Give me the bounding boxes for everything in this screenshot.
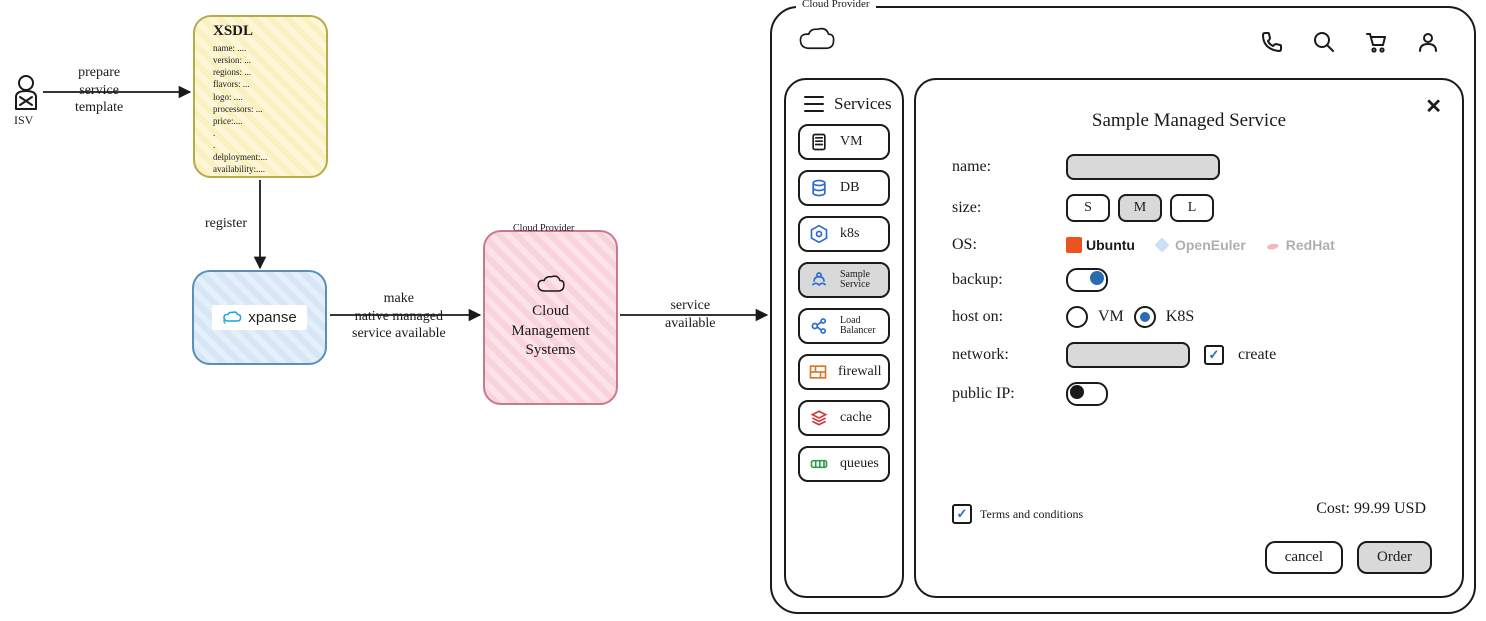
network-input[interactable] — [1066, 342, 1190, 368]
cms-title: Cloud Management Systems — [511, 302, 589, 361]
sidebar-item-label: VM — [840, 134, 863, 150]
sidebar: Services VM DB k8s Sample Service Load B… — [784, 78, 904, 598]
cost-display: Cost: 99.99 USD — [1316, 500, 1426, 518]
xpanse-logo: xpanse — [212, 305, 306, 330]
cache-icon — [808, 407, 830, 429]
cancel-button[interactable]: cancel — [1265, 541, 1343, 574]
backup-toggle[interactable] — [1066, 268, 1108, 292]
field-host-label: host on: — [952, 308, 1052, 326]
sidebar-item-label: Load Balancer — [840, 316, 876, 337]
lb-icon — [808, 315, 830, 337]
size-option-S[interactable]: S — [1066, 194, 1110, 222]
close-icon[interactable]: ✕ — [1425, 94, 1442, 119]
xpanse-name: xpanse — [248, 309, 296, 326]
sidebar-item-lb[interactable]: Load Balancer — [798, 308, 890, 344]
pubip-toggle[interactable] — [1066, 382, 1108, 406]
order-button[interactable]: Order — [1357, 541, 1432, 574]
size-option-M[interactable]: M — [1118, 194, 1162, 222]
sidebar-item-vm[interactable]: VM — [798, 124, 890, 160]
phone-icon[interactable] — [1260, 30, 1284, 54]
field-name-label: name: — [952, 158, 1052, 176]
detail-panel: ✕ Sample Managed Service name: size: SML… — [914, 78, 1464, 598]
k8s-icon — [808, 223, 830, 245]
sidebar-title: Services — [834, 94, 892, 114]
sidebar-item-fw[interactable]: firewall — [798, 354, 890, 390]
sidebar-item-queue[interactable]: queues — [798, 446, 890, 482]
search-icon[interactable] — [1312, 30, 1336, 54]
hamburger-icon[interactable] — [804, 96, 824, 112]
cloud-icon — [536, 274, 566, 296]
network-create-label: create — [1238, 346, 1276, 364]
arrow-label-register: register — [205, 215, 247, 233]
field-pubip-label: public IP: — [952, 385, 1052, 403]
name-input[interactable] — [1066, 154, 1220, 180]
cms-node: Cloud Provider Cloud Management Systems — [483, 230, 618, 405]
xsdl-node: XSDL name: ....version: ...regions: ...f… — [193, 15, 328, 178]
os-option-redhat[interactable]: RedHat — [1264, 236, 1335, 254]
sidebar-item-label: k8s — [840, 226, 859, 242]
vm-icon — [808, 131, 830, 153]
sidebar-item-label: firewall — [838, 364, 882, 380]
sidebar-title-row: Services — [804, 94, 902, 114]
sidebar-item-label: cache — [840, 410, 872, 426]
terms-label: Terms and conditions — [980, 507, 1083, 522]
field-os-label: OS: — [952, 236, 1052, 254]
xsdl-body: name: ....version: ...regions: ...flavor… — [213, 42, 267, 176]
terms-checkbox[interactable] — [952, 504, 972, 524]
os-option-openeuler[interactable]: OpenEuler — [1153, 236, 1246, 254]
fw-icon — [808, 361, 828, 383]
os-option-ubuntu[interactable]: Ubuntu — [1066, 236, 1135, 254]
sidebar-item-db[interactable]: DB — [798, 170, 890, 206]
cart-icon[interactable] — [1364, 30, 1388, 54]
user-icon[interactable] — [1416, 30, 1440, 54]
isv-actor-icon — [12, 75, 40, 111]
field-backup-label: backup: — [952, 271, 1052, 289]
host-label-vm: VM — [1098, 308, 1124, 326]
cloud-ui-provider-label: Cloud Provider — [796, 0, 876, 10]
sample-icon — [808, 269, 830, 291]
arrow-label-make: make native managed service available — [352, 290, 446, 343]
host-radio-k8s[interactable] — [1134, 306, 1156, 328]
cloud-logo-icon — [798, 26, 836, 54]
sidebar-item-label: Sample Service — [840, 270, 870, 291]
queue-icon — [808, 453, 830, 475]
sidebar-item-label: queues — [840, 456, 879, 472]
xsdl-title: XSDL — [213, 23, 253, 40]
cms-provider-label: Cloud Provider — [507, 223, 580, 234]
arrow-label-prepare: prepare service template — [75, 64, 123, 117]
field-network-label: network: — [952, 346, 1052, 364]
field-size-label: size: — [952, 199, 1052, 217]
host-label-k8s: K8S — [1166, 308, 1194, 326]
sidebar-item-label: DB — [840, 180, 859, 196]
sidebar-item-sample[interactable]: Sample Service — [798, 262, 890, 298]
host-radio-vm[interactable] — [1066, 306, 1088, 328]
size-option-L[interactable]: L — [1170, 194, 1214, 222]
xpanse-node: xpanse — [192, 270, 327, 365]
sidebar-item-k8s[interactable]: k8s — [798, 216, 890, 252]
arrow-label-service: service available — [665, 297, 716, 332]
db-icon — [808, 177, 830, 199]
isv-label: ISV — [14, 113, 33, 128]
detail-title: Sample Managed Service — [916, 110, 1462, 132]
network-create-checkbox[interactable] — [1204, 345, 1224, 365]
cloud-ui-frame: Cloud Provider Services VM DB k8s — [770, 6, 1476, 614]
sidebar-item-cache[interactable]: cache — [798, 400, 890, 436]
